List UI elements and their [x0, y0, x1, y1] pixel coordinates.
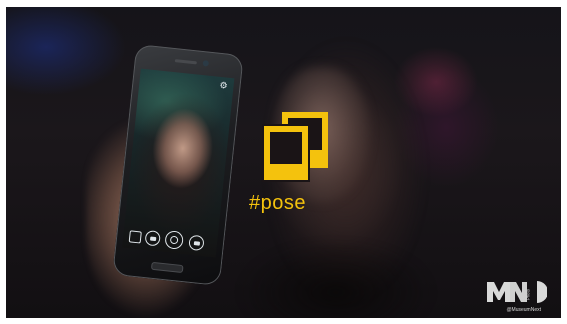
front-camera-icon	[202, 60, 210, 67]
video-frame: ⚙ #pose Photo @MuseumNext	[6, 7, 561, 318]
pose-hashtag: #pose	[249, 192, 306, 214]
phone-speaker	[174, 59, 197, 65]
shutter-icon[interactable]	[164, 230, 185, 250]
camera-controls	[122, 222, 218, 254]
phone-screen: ⚙	[122, 68, 235, 258]
watermark-vertical-text: Photo	[526, 288, 531, 300]
photo-frames-icon	[262, 112, 328, 182]
mode-icon[interactable]	[144, 230, 161, 247]
video-icon[interactable]	[188, 234, 205, 252]
museum-next-logo: Photo	[487, 281, 547, 303]
gallery-thumbnail-icon[interactable]	[128, 230, 142, 244]
settings-icon[interactable]: ⚙	[219, 81, 228, 92]
background-person-body	[226, 222, 446, 318]
home-button[interactable]	[150, 261, 184, 274]
watermark-handle: @MuseumNext	[506, 307, 541, 313]
